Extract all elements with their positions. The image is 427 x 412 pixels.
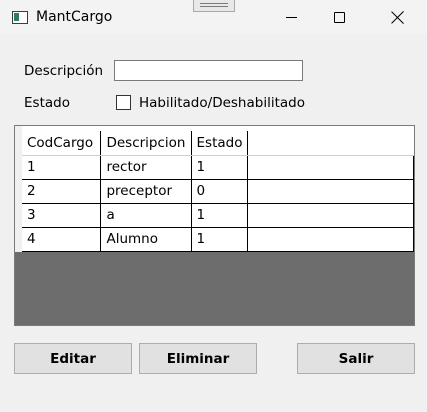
cell-codcargo[interactable]: 3: [22, 203, 102, 228]
editar-button[interactable]: Editar: [14, 343, 132, 374]
cell-estado[interactable]: 1: [191, 154, 249, 180]
cell-filler: [247, 227, 414, 252]
column-header-descripcion[interactable]: Descripcion: [100, 131, 192, 156]
app-window-icon: [12, 11, 28, 24]
cell-estado[interactable]: 1: [191, 227, 249, 252]
table-header-row: CodCargo Descripcion Estado: [22, 131, 414, 156]
table-row[interactable]: 2 preceptor 0: [22, 179, 414, 204]
estado-label: Estado: [24, 95, 70, 111]
minimize-icon: [285, 16, 297, 18]
window-title: MantCargo: [36, 9, 113, 25]
cell-filler: [247, 203, 414, 228]
table-row[interactable]: 4 Alumno 1: [22, 227, 414, 252]
cell-filler: [247, 179, 414, 204]
cell-estado[interactable]: 0: [191, 179, 249, 204]
table-row[interactable]: 1 rector 1: [22, 154, 414, 180]
maximize-icon: [333, 11, 345, 23]
cell-descripcion[interactable]: rector: [100, 154, 192, 180]
descripcion-input[interactable]: [114, 60, 303, 81]
descripcion-label: Descripción: [24, 63, 104, 79]
title-bar[interactable]: MantCargo: [0, 0, 427, 34]
column-header-codcargo[interactable]: CodCargo: [22, 131, 102, 156]
close-button[interactable]: [374, 0, 420, 34]
cell-estado[interactable]: 1: [191, 203, 249, 228]
cargo-table: CodCargo Descripcion Estado 1 rector 1 2…: [22, 131, 414, 252]
column-header-estado[interactable]: Estado: [191, 131, 249, 156]
drag-grip-icon[interactable]: [193, 0, 235, 12]
close-icon: [391, 11, 404, 24]
column-header-filler: [247, 131, 414, 156]
maximize-button[interactable]: [316, 0, 362, 34]
minimize-button[interactable]: [268, 0, 314, 34]
cell-descripcion[interactable]: a: [100, 203, 192, 228]
cell-codcargo[interactable]: 4: [22, 227, 102, 252]
estado-checkbox[interactable]: [116, 95, 131, 110]
cell-descripcion[interactable]: Alumno: [100, 227, 192, 252]
salir-button[interactable]: Salir: [297, 343, 415, 374]
table-row[interactable]: 3 a 1: [22, 203, 414, 228]
cell-filler: [247, 154, 414, 180]
cell-codcargo[interactable]: 2: [22, 179, 102, 204]
estado-checkbox-label[interactable]: Habilitado/Deshabilitado: [139, 95, 305, 111]
mantcargo-window: MantCargo Descripción Estado Habilitado/…: [0, 0, 427, 412]
cell-descripcion[interactable]: preceptor: [100, 179, 192, 204]
cargo-data-grid[interactable]: CodCargo Descripcion Estado 1 rector 1 2…: [14, 125, 415, 326]
eliminar-button[interactable]: Eliminar: [139, 343, 257, 374]
cell-codcargo[interactable]: 1: [22, 154, 102, 180]
